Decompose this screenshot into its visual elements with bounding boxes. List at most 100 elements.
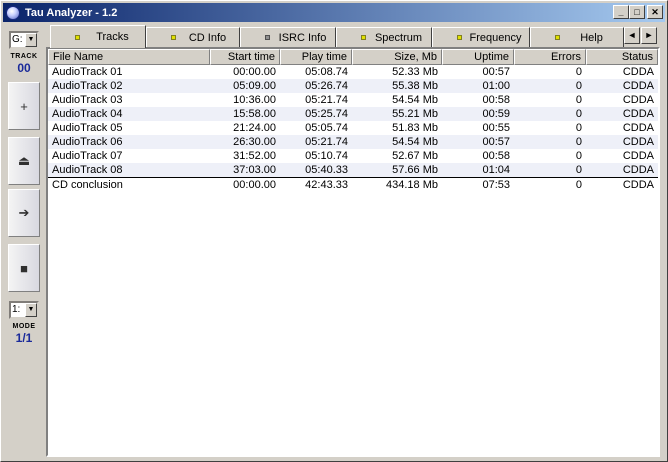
column-header-errors[interactable]: Errors <box>514 49 586 65</box>
control-panel: G: ▼ TRACK 00 + ⏏ ➔ ■ 1: ▼ MODE 1/1 <box>4 25 44 457</box>
mode-value: 1/1 <box>15 331 33 345</box>
column-header-start-time[interactable]: Start time <box>210 49 280 65</box>
cell-errors: 0 <box>575 136 582 148</box>
cell-errors: 0 <box>575 80 582 92</box>
cell-play-time: 05:05.74 <box>305 122 348 134</box>
summary-row[interactable]: CD conclusion 00:00.00 42:43.33 434.18 Mb 07… <box>48 177 658 192</box>
cell-play-time: 42:43.33 <box>305 179 348 191</box>
tab-scroll-right-icon[interactable]: ► <box>641 27 657 44</box>
table-row[interactable]: AudioTrack 02 05:09.00 05:26.74 55.38 Mb 01:… <box>48 79 658 93</box>
cell-size: 434.18 Mb <box>386 179 438 191</box>
cell-errors: 0 <box>575 122 582 134</box>
app-window: Tau Analyzer - 1.2 _ □ ✕ G: ▼ TRACK 00 +… <box>0 0 668 462</box>
cell-start-time: 00:00.00 <box>233 66 276 78</box>
cell-play-time: 05:08.74 <box>305 66 348 78</box>
tab-scroll-left-icon[interactable]: ◄ <box>624 27 640 44</box>
cell-status: CDDA <box>622 122 654 134</box>
stop-button[interactable]: ■ <box>8 244 40 292</box>
tab-help[interactable]: Help <box>530 27 624 47</box>
tab-cd-info[interactable]: CD Info <box>146 27 240 47</box>
cell-status: CDDA <box>622 179 654 191</box>
tab-label: CD Info <box>188 31 227 44</box>
cell-uptime: 00:55 <box>482 122 510 134</box>
table-row[interactable]: AudioTrack 08 37:03.00 05:40.33 57.66 Mb 01:… <box>48 163 658 177</box>
drive-select[interactable]: G: ▼ <box>9 31 39 49</box>
track-list[interactable]: File Name Start time Play time Size, Mb … <box>46 47 660 457</box>
tab-strip: Tracks CD Info ISRC Info Spectrum Freque… <box>46 25 661 48</box>
tab-label: Help <box>580 31 603 44</box>
list-header: File Name Start time Play time Size, Mb … <box>48 49 658 65</box>
track-label: TRACK <box>10 53 38 60</box>
cell-file-name: AudioTrack 04 <box>52 108 123 120</box>
table-row[interactable]: AudioTrack 06 26:30.00 05:21.74 54.54 Mb 00:… <box>48 135 658 149</box>
chevron-down-icon[interactable]: ▼ <box>25 33 37 47</box>
tab-label: ISRC Info <box>278 31 327 44</box>
arrow-right-icon: ➔ <box>18 205 30 220</box>
cell-size: 55.21 Mb <box>392 108 438 120</box>
column-header-status[interactable]: Status <box>586 49 658 65</box>
cell-start-time: 26:30.00 <box>233 136 276 148</box>
tab-label: Spectrum <box>374 31 423 44</box>
cell-start-time: 37:03.00 <box>233 164 276 176</box>
title-bar[interactable]: Tau Analyzer - 1.2 _ □ ✕ <box>3 3 665 22</box>
cell-play-time: 05:26.74 <box>305 80 348 92</box>
tab-spectrum[interactable]: Spectrum <box>336 27 432 47</box>
stop-icon: ■ <box>20 260 28 276</box>
cell-uptime: 01:00 <box>482 80 510 92</box>
column-header-size[interactable]: Size, Mb <box>352 49 442 65</box>
eject-button[interactable]: ⏏ <box>8 137 40 185</box>
tab-isrc-info[interactable]: ISRC Info <box>240 27 336 47</box>
cell-status: CDDA <box>622 136 654 148</box>
chevron-down-icon[interactable]: ▼ <box>25 303 37 317</box>
cell-errors: 0 <box>575 108 582 120</box>
minimize-button[interactable]: _ <box>613 5 629 19</box>
cell-start-time: 00:00.00 <box>233 179 276 191</box>
main-area: Tracks CD Info ISRC Info Spectrum Freque… <box>46 25 661 457</box>
cell-status: CDDA <box>622 164 654 176</box>
table-row[interactable]: AudioTrack 01 00:00.00 05:08.74 52.33 Mb 00:… <box>48 65 658 79</box>
cell-play-time: 05:21.74 <box>305 136 348 148</box>
cell-file-name: CD conclusion <box>52 179 123 191</box>
tab-label: Frequency <box>469 31 522 44</box>
cell-size: 54.54 Mb <box>392 136 438 148</box>
add-button[interactable]: + <box>8 82 40 130</box>
cell-play-time: 05:10.74 <box>305 150 348 162</box>
track-value: 00 <box>17 61 31 75</box>
play-button[interactable]: ➔ <box>8 189 40 237</box>
cell-start-time: 15:58.00 <box>233 108 276 120</box>
cell-file-name: AudioTrack 03 <box>52 94 123 106</box>
cell-play-time: 05:21.74 <box>305 94 348 106</box>
tab-tracks[interactable]: Tracks <box>50 25 146 48</box>
cell-errors: 0 <box>575 94 582 106</box>
cell-start-time: 21:24.00 <box>233 122 276 134</box>
table-row[interactable]: AudioTrack 07 31:52.00 05:10.74 52.67 Mb 00:… <box>48 149 658 163</box>
cell-uptime: 01:04 <box>482 164 510 176</box>
cell-uptime: 00:58 <box>482 94 510 106</box>
cell-size: 51.83 Mb <box>392 122 438 134</box>
cell-uptime: 00:57 <box>482 136 510 148</box>
maximize-button[interactable]: □ <box>629 5 645 19</box>
cell-status: CDDA <box>622 94 654 106</box>
cell-start-time: 10:36.00 <box>233 94 276 106</box>
table-row[interactable]: AudioTrack 04 15:58.00 05:25.74 55.21 Mb 00:… <box>48 107 658 121</box>
cell-file-name: AudioTrack 01 <box>52 66 123 78</box>
cell-play-time: 05:25.74 <box>305 108 348 120</box>
mode-select[interactable]: 1: ▼ <box>9 301 39 319</box>
tab-frequency[interactable]: Frequency <box>432 27 530 47</box>
list-body: AudioTrack 01 00:00.00 05:08.74 52.33 Mb 00:… <box>48 65 658 192</box>
column-header-uptime[interactable]: Uptime <box>442 49 514 65</box>
cell-file-name: AudioTrack 02 <box>52 80 123 92</box>
cell-uptime: 07:53 <box>482 179 510 191</box>
app-icon[interactable] <box>6 5 20 20</box>
cell-file-name: AudioTrack 05 <box>52 122 123 134</box>
column-header-file-name[interactable]: File Name <box>48 49 210 65</box>
table-row[interactable]: AudioTrack 03 10:36.00 05:21.74 54.54 Mb 00:… <box>48 93 658 107</box>
close-button[interactable]: ✕ <box>647 5 663 19</box>
cell-errors: 0 <box>575 150 582 162</box>
column-header-play-time[interactable]: Play time <box>280 49 352 65</box>
cell-size: 57.66 Mb <box>392 164 438 176</box>
cell-status: CDDA <box>622 108 654 120</box>
cell-errors: 0 <box>575 164 582 176</box>
table-row[interactable]: AudioTrack 05 21:24.00 05:05.74 51.83 Mb 00:… <box>48 121 658 135</box>
mode-label: MODE <box>12 323 36 330</box>
